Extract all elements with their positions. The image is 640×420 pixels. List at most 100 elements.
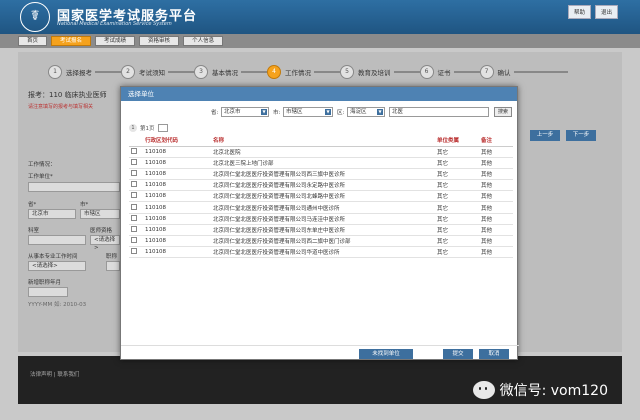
next-step-button[interactable]: 下一步	[566, 130, 596, 141]
date-hint: YYYY-MM 如: 2010-03	[28, 302, 87, 308]
row-checkbox[interactable]	[131, 181, 137, 188]
city-filter-value: 市辖区	[286, 109, 303, 115]
job-start-label: 新增职称年月	[28, 280, 62, 286]
table-row[interactable]: 110108 北京同仁堂北医医疗投资管理有限公司北蜂路中医诊所 其它 其他	[129, 190, 513, 203]
form-note: 请注意填写的报考与填写相关	[28, 104, 94, 110]
department-input[interactable]	[28, 235, 86, 245]
row-code: 110108	[143, 157, 211, 169]
footer-links[interactable]: 法律声明 | 联系我们	[30, 370, 79, 378]
table-header-row: 行政区划代码 名称 单位类属 备注	[129, 135, 513, 147]
province-filter-select[interactable]: 北京市 ▼	[221, 107, 269, 117]
tab-qualification-review[interactable]: 资格审核	[139, 36, 180, 46]
title-select[interactable]	[106, 261, 120, 271]
main-nav: 首页 考试报名 考试成绩 资格审核 个人信息	[0, 34, 640, 48]
table-row[interactable]: 110108 北京同仁堂北医医疗投资管理有限公司永定路中医诊所 其它 其他	[129, 179, 513, 192]
row-type: 其它	[435, 157, 479, 169]
row-code: 110108	[143, 224, 211, 237]
district-filter-label: 区:	[337, 110, 345, 116]
row-checkbox[interactable]	[131, 214, 137, 221]
table-row[interactable]: 110108 北京同仁堂北医医疗投资管理有限公司西三旗中医诊所 其它 其他	[129, 168, 513, 181]
row-name: 北京同仁堂北医医疗投资管理有限公司西三旗中医诊所	[211, 168, 435, 181]
row-checkbox[interactable]	[131, 203, 137, 210]
table-row[interactable]: 110108 北京同仁堂北医医疗投资管理有限公司西二旗中医门诊部 其它 其他	[129, 235, 513, 248]
row-code: 110108	[143, 201, 211, 214]
col-code: 行政区划代码	[143, 135, 211, 147]
row-note: 其他	[479, 246, 513, 259]
table-row[interactable]: 110108 北京同仁堂北医医疗投资管理有限公司通州中医诊所 其它 其他	[129, 201, 513, 214]
row-checkbox[interactable]	[131, 237, 137, 244]
cancel-button[interactable]: 取消	[479, 349, 509, 359]
tab-home[interactable]: 首页	[18, 36, 48, 46]
prev-step-button[interactable]: 上一步	[530, 130, 560, 141]
logo-icon: ☤	[20, 2, 50, 32]
row-checkbox[interactable]	[131, 147, 137, 154]
page-label: 第1页	[140, 126, 155, 132]
row-checkbox[interactable]	[131, 248, 137, 255]
work-unit-label: 工作单位*	[28, 174, 53, 180]
site-header: ☤ 国家医学考试服务平台 National Medical Examinatio…	[0, 0, 640, 34]
work-unit-input[interactable]	[28, 182, 120, 192]
table-row[interactable]: 110108 北京北医院 其它 其他	[129, 146, 513, 158]
title-label: 职称	[106, 254, 118, 260]
step-progress: 1 选择报考 2 考试须知 3 基本情况 4 工作情况 5 教育及培训 6 证书 7 确认	[48, 64, 588, 80]
step-1: 1 选择报考	[48, 65, 95, 79]
step-3: 3 基本情况	[194, 65, 241, 79]
step-label: 教育及培训	[358, 69, 391, 77]
row-code: 110108	[143, 190, 211, 203]
step-5: 5 教育及培训	[340, 65, 394, 79]
row-checkbox[interactable]	[131, 225, 137, 232]
tab-personal-info[interactable]: 个人信息	[183, 36, 224, 46]
page-input[interactable]	[157, 124, 168, 132]
row-checkbox[interactable]	[131, 192, 137, 199]
row-note: 其他	[479, 168, 513, 181]
site-subtitle: National Medical Examination Service Sys…	[57, 21, 172, 27]
unit-not-found-button[interactable]: 未找到单位	[359, 349, 413, 359]
table-row[interactable]: 110108 北京同仁堂北医医疗投资管理有限公司马连洼中医诊所 其它 其他	[129, 213, 513, 225]
row-code: 110108	[143, 246, 211, 259]
dialog-title: 选择单位	[121, 87, 517, 101]
department-label: 科室	[28, 228, 40, 234]
col-type: 单位类属	[435, 135, 479, 147]
job-start-input[interactable]	[28, 287, 68, 297]
table-row[interactable]: 110108 北京同仁堂北医医疗投资管理有限公司华道中医诊所 其它 其他	[129, 246, 513, 259]
row-type: 其它	[435, 224, 479, 237]
row-type: 其它	[435, 201, 479, 214]
table-row[interactable]: 110108 北京北医三院上地门诊部 其它 其他	[129, 157, 513, 169]
tech-select[interactable]: <请选择>	[90, 235, 120, 251]
unit-table: 行政区划代码 名称 单位类属 备注 110108 北京北医院 其它 其他 110108 北…	[129, 135, 513, 259]
row-checkbox-cell	[129, 179, 143, 192]
city-filter-select[interactable]: 市辖区 ▼	[283, 107, 333, 117]
tab-exam-registration[interactable]: 考试报名	[51, 36, 92, 46]
row-name: 北京同仁堂北医医疗投资管理有限公司华道中医诊所	[211, 246, 435, 259]
step-number: 2	[121, 65, 135, 79]
city-filter-label: 市:	[273, 110, 281, 116]
section-title: 工作情况：	[28, 162, 56, 168]
city-select[interactable]: 市辖区	[80, 209, 120, 219]
logout-link[interactable]: 退出	[594, 5, 618, 19]
page-icon: 1	[129, 124, 137, 132]
row-checkbox-cell	[129, 224, 143, 237]
work-time-select[interactable]: <请选择>	[28, 261, 86, 271]
row-code: 110108	[143, 146, 211, 158]
row-checkbox[interactable]	[131, 158, 137, 165]
row-type: 其它	[435, 190, 479, 203]
row-note: 其他	[479, 179, 513, 192]
tab-exam-results[interactable]: 考试成绩	[95, 36, 136, 46]
row-note: 其他	[479, 201, 513, 214]
row-note: 其他	[479, 235, 513, 248]
step-number: 3	[194, 65, 208, 79]
step-2: 2 考试须知	[121, 65, 168, 79]
row-checkbox-cell	[129, 213, 143, 225]
wechat-icon	[472, 381, 495, 399]
search-button[interactable]: 搜索	[494, 107, 512, 117]
submit-button[interactable]: 提交	[443, 349, 473, 359]
unit-search-input[interactable]: 北医	[389, 107, 489, 117]
table-row[interactable]: 110108 北京同仁堂北医医疗投资管理有限公司东单庄中医诊所 其它 其他	[129, 224, 513, 237]
row-name: 北京北医院	[211, 146, 435, 158]
step-number: 4	[267, 65, 281, 79]
province-select[interactable]: 北京市	[28, 209, 76, 219]
row-name: 北京北医三院上地门诊部	[211, 157, 435, 169]
district-filter-select[interactable]: 海淀区 ▼	[347, 107, 385, 117]
row-checkbox[interactable]	[131, 169, 137, 176]
help-link[interactable]: 帮助	[567, 5, 591, 19]
